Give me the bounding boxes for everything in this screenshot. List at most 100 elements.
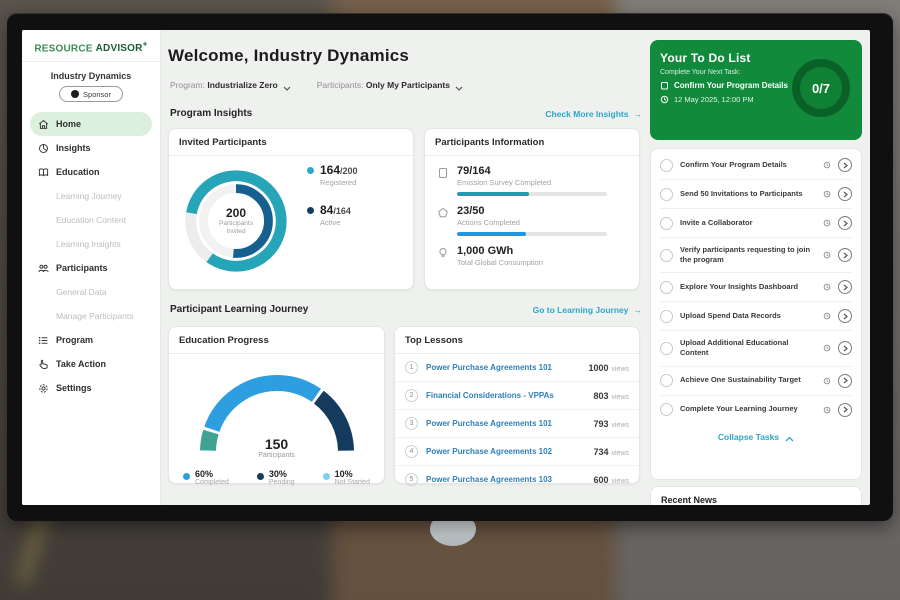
task-open-button[interactable] [838, 158, 852, 172]
gauge-center-value: 150 [192, 436, 362, 452]
legend-pct: 60% [195, 469, 229, 479]
lesson-link[interactable]: Power Purchase Agreements 101 [426, 363, 580, 372]
task-row-achieve-target[interactable]: Achieve One Sustainability Target [660, 367, 852, 396]
task-open-button[interactable] [838, 374, 852, 388]
participants-dropdown-value: Only My Participants [366, 80, 450, 90]
task-row-upload-spend-data[interactable]: Upload Spend Data Records [660, 302, 852, 331]
go-to-learning-journey-link[interactable]: Go to Learning Journey → [533, 305, 642, 315]
task-checkbox[interactable] [660, 249, 673, 262]
sidebar-item-home[interactable]: Home [30, 112, 152, 136]
task-open-button[interactable] [838, 280, 852, 294]
task-open-button[interactable] [838, 309, 852, 323]
sidebar-item-learning-insights[interactable]: Learning Insights [30, 232, 152, 256]
participants-icon [38, 263, 49, 274]
task-row-verify-participants[interactable]: Verify participants requesting to join t… [660, 238, 852, 273]
sidebar-item-take-action[interactable]: Take Action [30, 352, 152, 376]
views-label: views [611, 478, 629, 485]
program-filter: Program: Industrialize Zero [170, 80, 291, 90]
stat-label: Total Global Consumption [457, 258, 543, 267]
active-label: Active [320, 218, 351, 227]
task-label: Explore Your Insights Dashboard [680, 282, 816, 292]
actions-icon [437, 207, 449, 219]
task-checkbox[interactable] [660, 159, 673, 172]
link-label: Check More Insights [545, 109, 628, 119]
sidebar-nav: Home Insights Education Learning Journey… [22, 110, 160, 402]
education-icon [38, 167, 49, 178]
sidebar-item-manage-participants[interactable]: Manage Participants [30, 304, 152, 328]
chevron-down-icon [455, 83, 463, 88]
clock-icon [823, 344, 831, 352]
donut-center-label: 200 Participants Invited [177, 162, 295, 280]
program-dropdown-value: Industrialize Zero [207, 80, 277, 90]
task-row-upload-educational-content[interactable]: Upload Additional Educational Content [660, 331, 852, 366]
sidebar-item-label: Learning Insights [56, 239, 121, 249]
logo-secondary: ADVISOR+ [96, 43, 148, 54]
check-more-insights-link[interactable]: Check More Insights → [545, 109, 642, 119]
lesson-link[interactable]: Power Purchase Agreements 101 [426, 419, 585, 428]
program-dropdown[interactable]: Industrialize Zero [207, 80, 290, 90]
todo-due-label: 12 May 2025, 12:00 PM [674, 95, 754, 104]
active-dot-icon [307, 207, 314, 214]
legend-pct: 30% [269, 469, 295, 479]
views-label: views [611, 450, 629, 457]
views-count: 803 [593, 391, 608, 401]
app-logo: RESOURCE ADVISOR+ [22, 30, 160, 62]
task-checkbox[interactable] [660, 310, 673, 323]
sidebar-item-participants[interactable]: Participants [30, 256, 152, 280]
link-label: Go to Learning Journey [533, 305, 629, 315]
lesson-link[interactable]: Financial Considerations - VPPAs [426, 391, 585, 400]
progressbar-fill [457, 232, 526, 236]
task-label: Verify participants requesting to join t… [680, 245, 816, 265]
sidebar-item-education-content[interactable]: Education Content [30, 208, 152, 232]
task-checkbox[interactable] [660, 342, 673, 355]
lesson-link[interactable]: Power Purchase Agreements 103 [426, 475, 585, 484]
task-row-complete-learning-journey[interactable]: Complete Your Learning Journey [660, 396, 852, 424]
clock-icon [823, 161, 831, 169]
task-open-button[interactable] [838, 187, 852, 201]
legend-pct: 10% [335, 469, 370, 479]
sidebar-item-insights[interactable]: Insights [30, 136, 152, 160]
task-checkbox[interactable] [660, 188, 673, 201]
chevron-up-icon [785, 434, 794, 440]
arrow-right-icon: → [634, 109, 643, 119]
todo-task-list: Confirm Your Program Details Send 50 Inv… [650, 148, 862, 480]
lesson-link[interactable]: Power Purchase Agreements 102 [426, 447, 585, 456]
task-checkbox[interactable] [660, 281, 673, 294]
sponsor-icon [71, 90, 79, 98]
collapse-tasks-link[interactable]: Collapse Tasks [660, 424, 852, 446]
sidebar-item-learning-journey[interactable]: Learning Journey [30, 184, 152, 208]
participants-dropdown[interactable]: Only My Participants [366, 80, 463, 90]
task-checkbox[interactable] [660, 374, 673, 387]
completed-dot-icon [183, 473, 190, 480]
task-open-button[interactable] [838, 403, 852, 417]
not-started-dot-icon [323, 473, 330, 480]
clock-icon [660, 95, 669, 104]
task-row-send-invitations[interactable]: Send 50 Invitations to Participants [660, 180, 852, 209]
sidebar-item-label: Insights [56, 143, 91, 153]
views-count: 793 [593, 419, 608, 429]
task-row-invite-collaborator[interactable]: Invite a Collaborator [660, 209, 852, 238]
task-label: Upload Additional Educational Content [680, 338, 816, 358]
lesson-row: 2 Financial Considerations - VPPAs 803vi… [395, 382, 639, 410]
top-lessons-card: Top Lessons 1 Power Purchase Agreements … [394, 326, 640, 484]
stat-value: 1,000 GWh [457, 245, 543, 257]
stat-row-actions: 23/50 Actions Completed [425, 196, 639, 236]
sidebar-item-program[interactable]: Program [30, 328, 152, 352]
active-numerator: 84 [320, 203, 333, 217]
card-title: Participants Information [425, 129, 639, 156]
sidebar-item-general-data[interactable]: General Data [30, 280, 152, 304]
registered-label: Registered [320, 178, 358, 187]
task-open-button[interactable] [838, 248, 852, 262]
task-row-explore-insights[interactable]: Explore Your Insights Dashboard [660, 273, 852, 302]
task-checkbox[interactable] [660, 403, 673, 416]
task-open-button[interactable] [838, 341, 852, 355]
views-label: views [611, 366, 629, 373]
gauge-legend: 60% Completed 30% Pending 10% Not Starte… [169, 459, 384, 486]
sidebar-item-education[interactable]: Education [30, 160, 152, 184]
task-checkbox[interactable] [660, 217, 673, 230]
legend-item-pending: 30% Pending [257, 469, 295, 486]
task-row-confirm-program[interactable]: Confirm Your Program Details [660, 151, 852, 180]
sidebar-item-settings[interactable]: Settings [30, 376, 152, 400]
task-open-button[interactable] [838, 216, 852, 230]
task-label: Upload Spend Data Records [680, 311, 816, 321]
